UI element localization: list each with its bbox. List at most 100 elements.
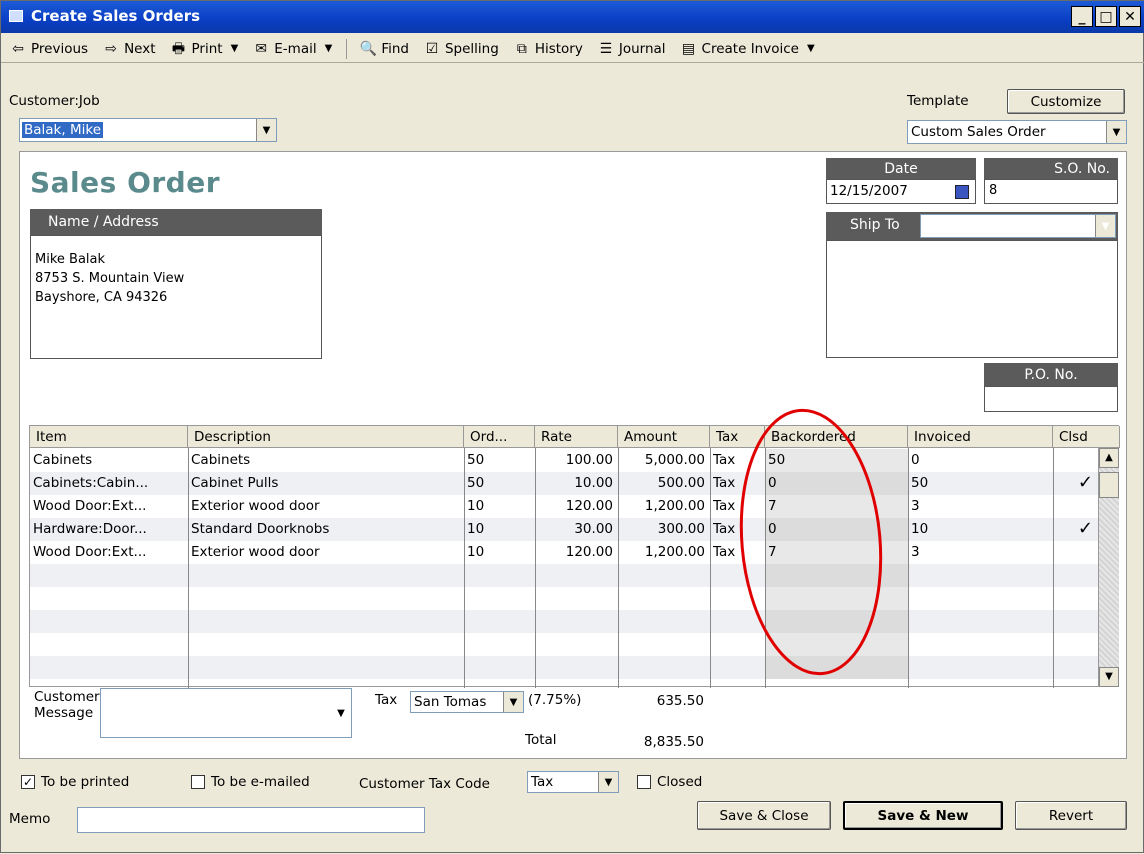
chevron-down-icon[interactable]: ▼ (1106, 121, 1126, 143)
cell-item[interactable]: Wood Door:Ext... (33, 498, 183, 514)
maximize-button[interactable]: □ (1095, 6, 1117, 27)
table-row[interactable] (30, 633, 1098, 656)
create-invoice-button[interactable]: ▤ Create Invoice ▼ (680, 41, 815, 57)
column-header-description[interactable]: Description (188, 426, 464, 448)
cell-closed[interactable]: ✓ (1056, 518, 1093, 539)
revert-button[interactable]: Revert (1015, 801, 1127, 830)
grid-scrollbar[interactable]: ▲ ▼ (1098, 448, 1119, 687)
cell-tax[interactable]: Tax (713, 521, 760, 537)
template-combo[interactable]: Custom Sales Order ▼ (907, 120, 1127, 144)
column-header-invoiced[interactable]: Invoiced (908, 426, 1053, 448)
memo-input[interactable] (77, 807, 425, 833)
column-header-backordered[interactable]: Backordered (765, 426, 908, 448)
cell-rate[interactable]: 120.00 (538, 544, 613, 560)
previous-button[interactable]: ⇦ Previous (9, 41, 88, 57)
so-number-field[interactable]: 8 (984, 179, 1118, 204)
tax-item-combo[interactable]: San Tomas ▼ (410, 691, 524, 713)
customer-message-combo[interactable]: ▼ (100, 688, 352, 738)
cell-rate[interactable]: 10.00 (538, 475, 613, 491)
chevron-down-icon[interactable]: ▼ (331, 689, 351, 737)
cell-item[interactable]: Hardware:Door... (33, 521, 183, 537)
cell-backordered[interactable]: 7 (768, 544, 903, 560)
checkbox-checked-icon[interactable]: ✓ (21, 775, 35, 789)
chevron-down-icon[interactable]: ▼ (807, 43, 815, 54)
po-number-field[interactable] (984, 386, 1118, 412)
cell-backordered[interactable]: 50 (768, 452, 903, 468)
cell-description[interactable]: Standard Doorknobs (191, 521, 459, 537)
scroll-thumb[interactable] (1099, 472, 1119, 498)
cell-backordered[interactable]: 0 (768, 521, 903, 537)
date-field[interactable]: 12/15/2007 (826, 179, 976, 204)
spelling-button[interactable]: ☑ Spelling (423, 41, 499, 57)
column-header-tax[interactable]: Tax (710, 426, 765, 448)
cell-invoiced[interactable]: 3 (911, 498, 1048, 514)
table-row[interactable] (30, 564, 1098, 587)
table-row[interactable] (30, 656, 1098, 679)
scroll-down-button[interactable]: ▼ (1099, 667, 1119, 687)
cell-amount[interactable]: 1,200.00 (621, 498, 705, 514)
cell-ordered[interactable]: 10 (467, 521, 530, 537)
customer-tax-code-combo[interactable]: Tax ▼ (527, 771, 619, 793)
cell-closed[interactable]: ✓ (1056, 472, 1093, 493)
table-row[interactable] (30, 610, 1098, 633)
name-address-box[interactable]: Mike Balak 8753 S. Mountain View Bayshor… (30, 235, 322, 359)
chevron-down-icon[interactable]: ▼ (1095, 215, 1115, 237)
scroll-up-button[interactable]: ▲ (1099, 448, 1119, 468)
column-header-ordered[interactable]: Ord... (464, 426, 535, 448)
to-be-printed-checkbox[interactable]: ✓ To be printed (21, 774, 129, 790)
cell-backordered[interactable]: 0 (768, 475, 903, 491)
cell-item[interactable]: Cabinets (33, 452, 183, 468)
email-button[interactable]: ✉ E-mail ▼ (252, 41, 332, 57)
table-row[interactable] (30, 587, 1098, 610)
minimize-button[interactable]: _ (1071, 6, 1093, 27)
cell-invoiced[interactable]: 50 (911, 475, 1048, 491)
calendar-icon[interactable] (955, 185, 969, 199)
cell-tax[interactable]: Tax (713, 498, 760, 514)
column-header-amount[interactable]: Amount (618, 426, 710, 448)
print-button[interactable]: 🖶 Print ▼ (170, 41, 239, 57)
cell-item[interactable]: Cabinets:Cabin... (33, 475, 183, 491)
cell-description[interactable]: Exterior wood door (191, 544, 459, 560)
find-button[interactable]: 🔍 Find (359, 41, 409, 57)
cell-ordered[interactable]: 10 (467, 498, 530, 514)
ship-to-box[interactable] (826, 240, 1118, 358)
chevron-down-icon[interactable]: ▼ (256, 119, 276, 141)
cell-ordered[interactable]: 50 (467, 452, 530, 468)
cell-amount[interactable]: 300.00 (621, 521, 705, 537)
cell-invoiced[interactable]: 3 (911, 544, 1048, 560)
cell-tax[interactable]: Tax (713, 452, 760, 468)
save-close-button[interactable]: Save & Close (697, 801, 831, 830)
customer-job-combo[interactable]: Balak, Mike ▼ (19, 118, 277, 142)
cell-tax[interactable]: Tax (713, 475, 760, 491)
cell-rate[interactable]: 30.00 (538, 521, 613, 537)
cell-amount[interactable]: 500.00 (621, 475, 705, 491)
chevron-down-icon[interactable]: ▼ (325, 43, 333, 54)
close-button[interactable]: ✕ (1119, 6, 1141, 27)
cell-item[interactable]: Wood Door:Ext... (33, 544, 183, 560)
column-header-closed[interactable]: Clsd (1053, 426, 1120, 448)
save-new-button[interactable]: Save & New (843, 801, 1003, 830)
closed-checkbox[interactable]: Closed (637, 774, 702, 790)
chevron-down-icon[interactable]: ▼ (598, 772, 618, 792)
cell-tax[interactable]: Tax (713, 544, 760, 560)
cell-description[interactable]: Cabinets (191, 452, 459, 468)
chevron-down-icon[interactable]: ▼ (503, 692, 523, 712)
column-header-rate[interactable]: Rate (535, 426, 618, 448)
cell-ordered[interactable]: 10 (467, 544, 530, 560)
cell-amount[interactable]: 1,200.00 (621, 544, 705, 560)
checkbox-unchecked-icon[interactable] (191, 775, 205, 789)
cell-invoiced[interactable]: 0 (911, 452, 1048, 468)
journal-button[interactable]: ☰ Journal (597, 41, 666, 57)
customize-button[interactable]: Customize (1007, 89, 1125, 114)
cell-backordered[interactable]: 7 (768, 498, 903, 514)
cell-description[interactable]: Cabinet Pulls (191, 475, 459, 491)
cell-invoiced[interactable]: 10 (911, 521, 1048, 537)
checkbox-unchecked-icon[interactable] (637, 775, 651, 789)
cell-description[interactable]: Exterior wood door (191, 498, 459, 514)
cell-amount[interactable]: 5,000.00 (621, 452, 705, 468)
column-header-item[interactable]: Item (30, 426, 188, 448)
next-button[interactable]: ⇨ Next (102, 41, 155, 57)
cell-ordered[interactable]: 50 (467, 475, 530, 491)
cell-rate[interactable]: 100.00 (538, 452, 613, 468)
chevron-down-icon[interactable]: ▼ (231, 43, 239, 54)
